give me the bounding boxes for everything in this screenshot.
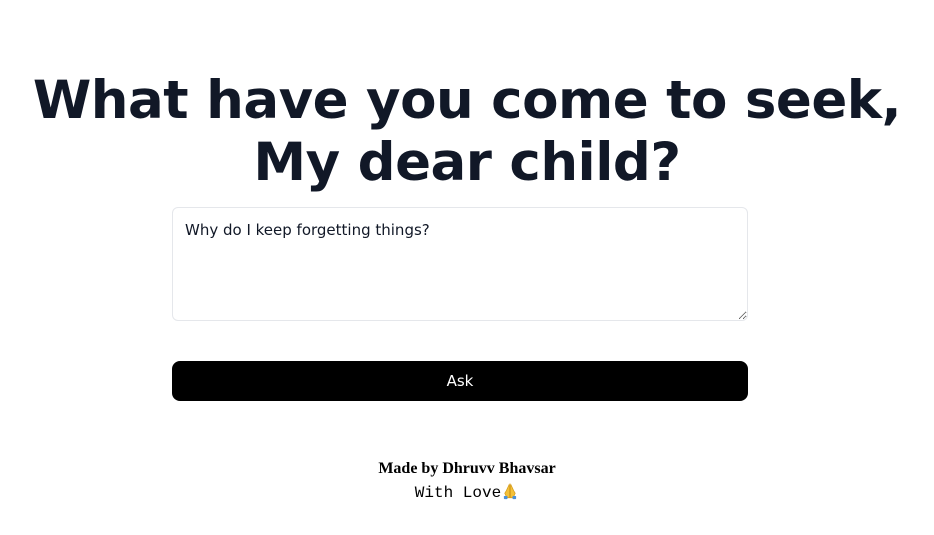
folded-hands-icon bbox=[504, 483, 517, 500]
page-title-line-1: What have you come to seek, bbox=[32, 70, 902, 131]
with-love-line: With Love bbox=[0, 480, 934, 506]
with-love-text: With Love bbox=[414, 484, 502, 502]
page-title-line-2: My dear child? bbox=[253, 132, 681, 193]
ask-button[interactable]: Ask bbox=[172, 361, 748, 401]
footer: Made by Dhruvv Bhavsar With Love bbox=[0, 458, 934, 506]
made-by-text: Made by Dhruvv Bhavsar bbox=[378, 460, 556, 477]
page-title: What have you come to seek, My dear chil… bbox=[0, 70, 934, 194]
question-input[interactable] bbox=[172, 207, 748, 321]
